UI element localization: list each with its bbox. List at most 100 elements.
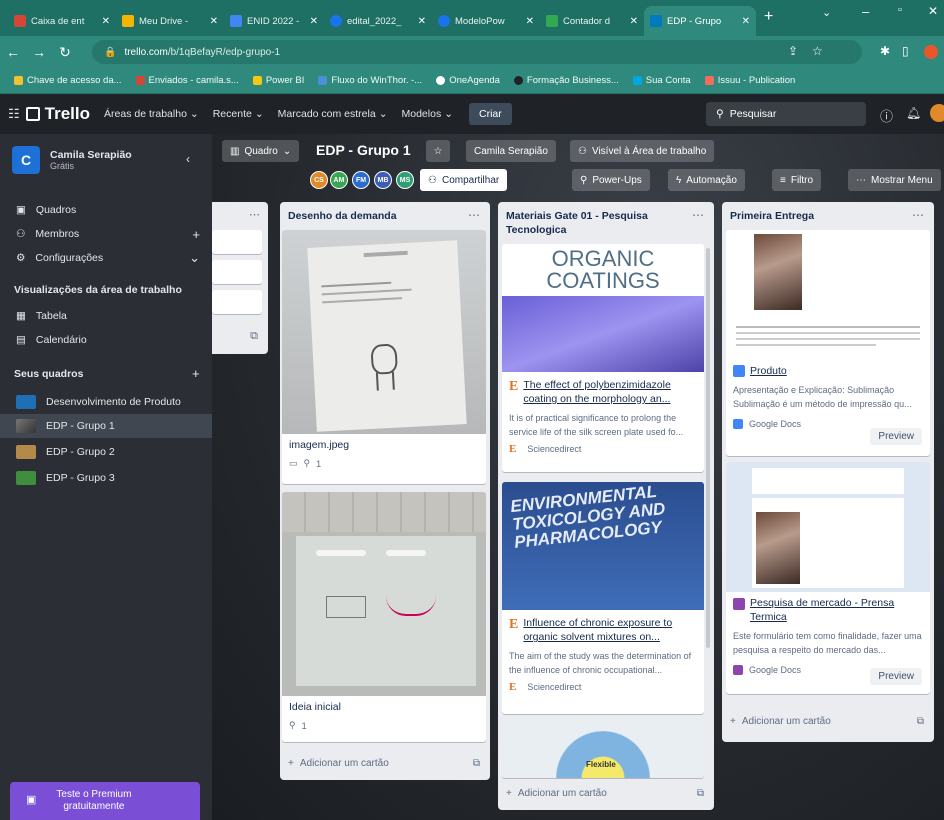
visibility-button[interactable]: ⚇ Visível à Área de trabalho	[570, 140, 715, 162]
minimize-button[interactable]: –	[862, 4, 869, 19]
menu-templates[interactable]: Modelos ⌄	[402, 108, 454, 120]
menu-workspaces[interactable]: Áreas de trabalho ⌄	[104, 108, 199, 120]
window-close-button[interactable]: ✕	[928, 4, 938, 18]
browser-tab-edital[interactable]: edital_2022_ ✕	[324, 6, 432, 36]
list-menu-icon[interactable]: ⋯	[468, 208, 480, 222]
sidebar-board-desenvolvimento[interactable]: Desenvolvimento de Produto	[0, 390, 212, 414]
bookmark-item[interactable]: Fluxo do WinThor. -...	[318, 75, 422, 86]
premium-trial-button[interactable]: ▣ Teste o Premium gratuitamente	[10, 782, 200, 820]
close-icon[interactable]: ✕	[742, 16, 750, 27]
close-icon[interactable]: ✕	[310, 16, 318, 27]
star-board-button[interactable]: ☆	[426, 140, 450, 162]
card-imagem[interactable]: imagem.jpeg ▭ ⚲ 1	[282, 230, 486, 484]
card-pesquisa-mercado[interactable]: Pesquisa de mercado - Prensa Termica Est…	[726, 462, 930, 694]
sidebar-item-boards[interactable]: ▣ Quadros	[0, 198, 212, 222]
back-arrow-icon[interactable]: ←	[0, 44, 26, 60]
board-title[interactable]: EDP - Grupo 1	[316, 142, 411, 158]
add-card-button[interactable]: + Adicionar um cartão	[730, 716, 831, 727]
menu-recent[interactable]: Recente ⌄	[213, 108, 264, 120]
sidebar-item-table[interactable]: ▦ Tabela	[0, 304, 212, 328]
member-avatar[interactable]: AM	[330, 171, 348, 189]
filter-button[interactable]: ≡ Filtro	[772, 169, 822, 191]
browser-tab-gmail[interactable]: Caixa de ent ✕	[8, 6, 116, 36]
close-icon[interactable]: ✕	[210, 16, 218, 27]
forward-arrow-icon[interactable]: →	[26, 44, 52, 60]
app-switcher-icon[interactable]: ☷	[8, 106, 20, 122]
add-card-button[interactable]: + Adicionar um cartão	[288, 758, 389, 769]
sidebar-board-edp-grupo-3[interactable]: EDP - Grupo 3	[0, 466, 212, 490]
close-icon[interactable]: ✕	[630, 16, 638, 27]
sidebar-board-edp-grupo-2[interactable]: EDP - Grupo 2	[0, 440, 212, 464]
list-title[interactable]: Desenho da demanda	[280, 202, 490, 228]
card-title[interactable]: Influence of chronic exposure to organic…	[523, 617, 672, 643]
collapse-sidebar-icon[interactable]: ‹	[186, 152, 190, 166]
info-icon[interactable]: ⓘ	[880, 106, 893, 125]
reload-icon[interactable]: ↻	[52, 44, 78, 61]
card-title[interactable]: Pesquisa de mercado - Prensa Termica	[750, 596, 923, 624]
board-view-switcher[interactable]: ▥ Quadro ⌄	[222, 140, 300, 162]
template-icon[interactable]: ⧉	[473, 758, 480, 769]
trello-logo[interactable]: Trello	[25, 104, 90, 124]
powerups-button[interactable]: ⚲ Power-Ups	[572, 169, 650, 191]
list-menu-icon[interactable]: ⋯	[912, 208, 924, 222]
show-menu-button[interactable]: ⋯ Mostrar Menu	[848, 169, 941, 191]
bookmark-item[interactable]: Formação Business...	[513, 75, 619, 86]
member-avatar[interactable]: MB	[374, 171, 392, 189]
sidebar-item-calendar[interactable]: ▤ Calendário	[0, 328, 212, 352]
template-icon[interactable]: ⧉	[917, 716, 924, 727]
member-avatar[interactable]: MS	[396, 171, 414, 189]
sidebar-board-edp-grupo-1[interactable]: EDP - Grupo 1	[0, 414, 212, 438]
workspace-header[interactable]: C Camila Serapião Grátis	[12, 146, 132, 174]
card[interactable]	[212, 260, 262, 284]
preview-button[interactable]: Preview	[870, 668, 922, 685]
list-menu-icon[interactable]: ⋯	[692, 208, 704, 222]
card[interactable]	[212, 290, 262, 314]
workspace-button[interactable]: Camila Serapião	[466, 140, 556, 162]
more-icon[interactable]: ⋯	[249, 208, 260, 221]
browser-tab-edp[interactable]: EDP - Grupo ✕	[644, 6, 756, 36]
close-icon[interactable]: ✕	[102, 16, 110, 27]
extension-icon[interactable]: ✱	[880, 44, 890, 58]
create-button[interactable]: Criar	[469, 103, 512, 125]
bell-icon[interactable]: 🔔︎	[906, 106, 921, 120]
sidebar-item-settings[interactable]: ⚙ Configurações ⌄	[0, 246, 212, 270]
url-field[interactable]: 🔒 trello.com/b/1qBefayR/edp-grupo-1	[92, 40, 862, 64]
bookmark-item[interactable]: Chave de acesso da...	[14, 75, 122, 86]
card-flexible[interactable]: Flexible	[502, 722, 704, 778]
bookmark-item[interactable]: Power BI	[252, 75, 304, 86]
bookmark-item[interactable]: Enviados - camila.s...	[135, 75, 239, 86]
tab-search-icon[interactable]: ⌄	[822, 6, 831, 19]
bookmark-item[interactable]: OneAgenda	[436, 75, 500, 86]
browser-tab-modelo[interactable]: ModeloPow ✕	[432, 6, 540, 36]
card-title[interactable]: The effect of polybenzimidazole coating …	[523, 379, 670, 405]
bookmark-item[interactable]: Issuu - Publication	[704, 75, 795, 86]
card-chronic-exposure[interactable]: ENVIRONMENTAL TOXICOLOGY AND PHARMACOLOG…	[502, 482, 704, 714]
card-polybenzimidazole[interactable]: ORGANIC COATINGS E The effect of polybenz…	[502, 244, 704, 472]
card-ideia-inicial[interactable]: Ideia inicial ⚲ 1	[282, 492, 486, 742]
new-tab-button[interactable]: +	[764, 8, 773, 26]
close-icon[interactable]: ✕	[526, 16, 534, 27]
share-button[interactable]: ⚇ Compartilhar	[420, 169, 508, 191]
user-avatar[interactable]	[930, 104, 944, 122]
member-avatar[interactable]: FM	[352, 171, 370, 189]
browser-tab-contador[interactable]: Contador d ✕	[540, 6, 644, 36]
maximize-button[interactable]: ▫	[898, 4, 902, 16]
list-scrollbar[interactable]	[706, 248, 710, 648]
template-icon[interactable]: ⧉	[250, 330, 258, 343]
card[interactable]	[212, 230, 262, 254]
add-member-icon[interactable]: +	[192, 227, 200, 242]
sidepanel-icon[interactable]: ▯	[902, 44, 909, 58]
browser-tab-drive[interactable]: Meu Drive - ✕	[116, 6, 224, 36]
preview-button[interactable]: Preview	[870, 428, 922, 445]
profile-avatar[interactable]	[924, 45, 938, 59]
close-icon[interactable]: ✕	[418, 16, 426, 27]
card-title[interactable]: Produto	[750, 364, 787, 378]
list-title[interactable]: Materiais Gate 01 - Pesquisa Tecnologica	[498, 202, 714, 241]
menu-starred[interactable]: Marcado com estrela ⌄	[278, 108, 388, 120]
add-card-button[interactable]: + Adicionar um cartão	[506, 788, 607, 799]
template-icon[interactable]: ⧉	[697, 788, 704, 799]
list-title[interactable]: Primeira Entrega	[722, 202, 934, 228]
add-board-icon[interactable]: +	[192, 366, 200, 381]
member-avatar[interactable]: CS	[310, 171, 328, 189]
browser-tab-enid[interactable]: ENID 2022 - ✕	[224, 6, 324, 36]
